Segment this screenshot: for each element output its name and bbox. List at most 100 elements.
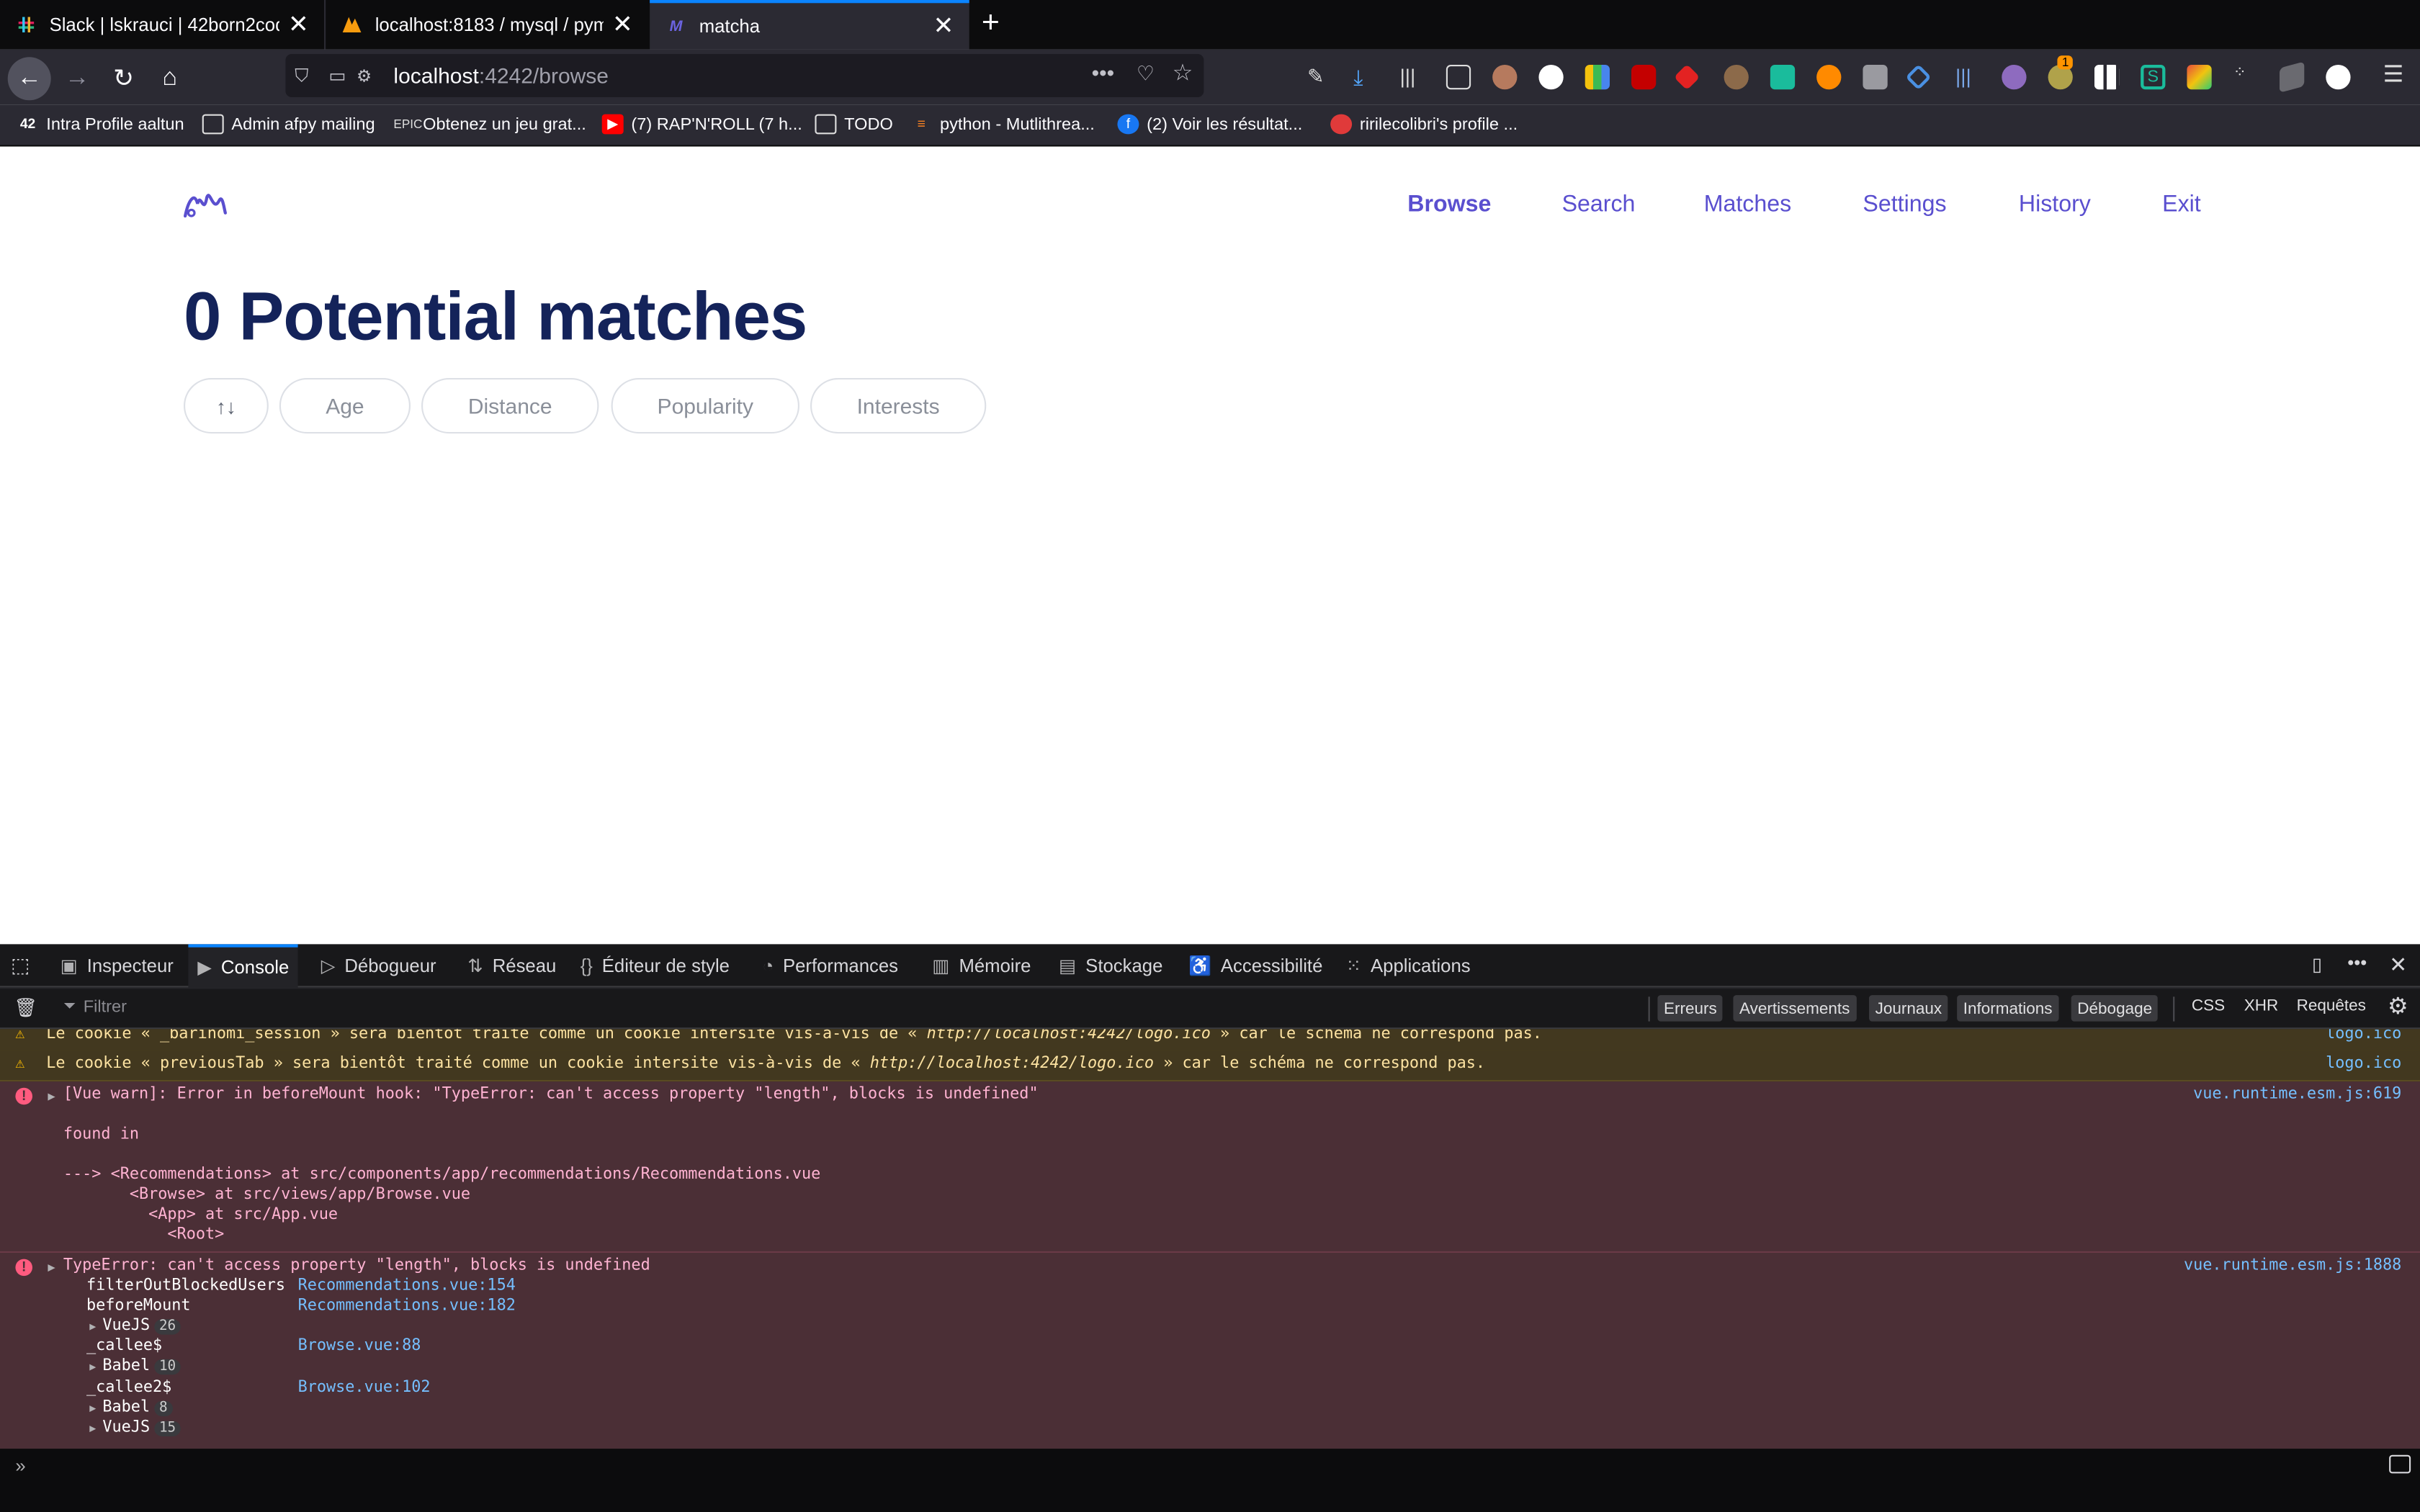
library-icon[interactable]: ||| <box>1400 65 1425 89</box>
sort-order-button[interactable]: ↑↓ <box>183 378 269 434</box>
shield-icon[interactable]: ⛉ <box>295 64 319 87</box>
nav-exit[interactable]: Exit <box>2162 192 2201 217</box>
tab-slack[interactable]: Slack | lskrauci | 42born2code ✕ <box>0 0 324 50</box>
level-warnings-button[interactable]: Avertissements <box>1733 995 1856 1022</box>
bookmark-item[interactable]: ≡ python - Mutlithrea... <box>910 114 1095 135</box>
close-devtools-icon[interactable]: ✕ <box>2389 952 2407 978</box>
tab-console[interactable]: ▶ Console <box>188 944 299 988</box>
account-avatar-icon[interactable] <box>1492 65 1518 90</box>
back-button[interactable]: ← <box>7 57 51 101</box>
tab-network[interactable]: ⇅ Réseau <box>467 944 556 987</box>
type-requests-button[interactable]: Requêtes <box>2297 996 2366 1015</box>
wrench-icon[interactable]: ✎ <box>1307 65 1332 89</box>
stack-group[interactable]: ▶ Babel 10 <box>89 1358 181 1375</box>
filter-popularity-button[interactable]: Popularity <box>611 378 799 434</box>
filter-age-button[interactable]: Age <box>279 378 411 434</box>
stack-frame-location[interactable]: Browse.vue:102 <box>298 1380 431 1397</box>
bookmark-item[interactable]: EPIC Obtenez un jeu grat... <box>393 114 586 135</box>
bookmark-folder[interactable]: TODO <box>815 114 893 135</box>
stack-frame-location[interactable]: Recommendations.vue:182 <box>298 1297 516 1315</box>
close-tab-icon[interactable]: ✕ <box>288 9 309 40</box>
github-icon[interactable] <box>1538 65 1564 90</box>
stats-icon[interactable] <box>1585 65 1610 90</box>
tab-memory[interactable]: ▥ Mémoire <box>932 944 1031 987</box>
level-logs-button[interactable]: Journaux <box>1869 995 1948 1022</box>
close-tab-icon[interactable]: ✕ <box>933 11 954 42</box>
expand-caret-icon[interactable]: ▶ <box>48 1089 55 1103</box>
bars-extension-icon[interactable]: ||| <box>1955 65 1980 89</box>
source-link[interactable]: vue.runtime.esm.js:1888 <box>2184 1257 2401 1274</box>
bookmark-item[interactable]: ▶ (7) RAP'N'ROLL (7 h... <box>601 114 802 135</box>
editor-mode-icon[interactable] <box>2389 1454 2411 1474</box>
cookie-icon[interactable] <box>1724 65 1749 90</box>
element-picker-icon[interactable]: ⬚ <box>11 953 30 978</box>
level-errors-button[interactable]: Erreurs <box>1657 995 1724 1022</box>
bookmark-item[interactable]: f (2) Voir les résultat... <box>1117 114 1302 135</box>
bookmark-star-icon[interactable]: ☆ <box>1173 58 1193 86</box>
nav-search[interactable]: Search <box>1562 192 1636 217</box>
permissions-icon[interactable]: ⚙ <box>357 66 385 86</box>
dots-extension-icon[interactable]: ⁘ <box>2233 65 2258 89</box>
level-info-button[interactable]: Informations <box>1957 995 2059 1022</box>
bookmark-item[interactable]: 42 Intra Profile aaltun <box>17 114 184 135</box>
home-button[interactable]: ⌂ <box>150 58 190 99</box>
stack-frame-location[interactable]: Recommendations.vue:154 <box>298 1277 516 1295</box>
filter-interests-button[interactable]: Interests <box>810 378 987 434</box>
tab-debugger[interactable]: ▷ Débogueur <box>321 944 436 987</box>
nav-history[interactable]: History <box>2019 192 2091 217</box>
ublock-icon[interactable] <box>1631 65 1657 90</box>
tab-accessibility[interactable]: ♿ Accessibilité <box>1188 944 1322 987</box>
tab-phpmyadmin[interactable]: localhost:8183 / mysql / pymatc ✕ <box>324 0 648 50</box>
mail-extension-icon[interactable] <box>1770 65 1796 90</box>
source-link[interactable]: vue.runtime.esm.js:619 <box>2193 1086 2401 1104</box>
source-link[interactable]: logo.ico <box>2326 1056 2401 1073</box>
devtools-menu-icon[interactable]: ••• <box>2347 952 2367 973</box>
level-debug-button[interactable]: Débogage <box>2071 995 2159 1022</box>
grid-extension-icon[interactable] <box>2094 65 2120 90</box>
console-settings-icon[interactable]: ⚙ <box>2388 992 2408 1020</box>
stack-frame-location[interactable]: Browse.vue:88 <box>298 1338 421 1355</box>
filter-input[interactable]: Filtrer <box>84 998 127 1017</box>
filter-distance-button[interactable]: Distance <box>421 378 599 434</box>
type-css-button[interactable]: CSS <box>2192 996 2225 1015</box>
bookmark-item[interactable]: ririlecolibri's profile ... <box>1330 114 1518 135</box>
menu-icon[interactable]: ☰ <box>2383 60 2408 88</box>
gray-extension-icon[interactable] <box>1863 65 1888 90</box>
stack-group[interactable]: ▶ Babel 8 <box>89 1400 172 1417</box>
close-tab-icon[interactable]: ✕ <box>612 9 633 40</box>
tab-storage[interactable]: ▤ Stockage <box>1059 944 1162 987</box>
nav-browse[interactable]: Browse <box>1407 192 1491 217</box>
download-icon[interactable]: ⤓ <box>1353 65 1378 89</box>
trash-icon[interactable]: 🗑 <box>14 996 37 1018</box>
extension-icon[interactable] <box>2326 65 2351 90</box>
console-input[interactable]: » <box>0 1449 2420 1512</box>
new-tab-button[interactable]: + <box>982 6 1000 40</box>
bookmark-folder[interactable]: Admin afpy mailing <box>202 114 375 135</box>
stack-group[interactable]: ▶ VueJS 26 <box>89 1318 181 1335</box>
color-extension-icon[interactable] <box>2187 65 2212 90</box>
cube-extension-icon[interactable] <box>2280 61 2305 93</box>
nav-settings[interactable]: Settings <box>1863 192 1946 217</box>
site-logo[interactable] <box>182 185 228 225</box>
type-xhr-button[interactable]: XHR <box>2244 996 2279 1015</box>
stack-group[interactable]: ▶ VueJS 15 <box>89 1419 181 1436</box>
orange-extension-icon[interactable] <box>1816 65 1842 90</box>
tab-applications[interactable]: ⁙ Applications <box>1346 944 1471 987</box>
tab-performance[interactable]: ◔ Performances <box>763 944 898 987</box>
responsive-mode-icon[interactable]: ▯ <box>2312 953 2322 975</box>
tab-inspector[interactable]: ▣ Inspecteur <box>60 944 174 987</box>
pocket-icon[interactable]: ♡ <box>1137 62 1155 86</box>
page-actions-icon[interactable]: ••• <box>1092 60 1115 85</box>
page-icon[interactable]: ▭ <box>328 65 350 86</box>
octo-extension-icon[interactable] <box>2002 65 2027 90</box>
diamond-extension-icon[interactable] <box>1905 63 1932 91</box>
red-extension-icon[interactable] <box>1673 63 1700 91</box>
forward-button[interactable]: → <box>57 58 97 99</box>
s-extension-icon[interactable]: S <box>2141 65 2166 90</box>
tab-style-editor[interactable]: {} Éditeur de style <box>581 944 730 987</box>
sidebar-icon[interactable] <box>1446 65 1471 90</box>
reload-button[interactable]: ↻ <box>104 58 144 99</box>
source-link[interactable]: logo.ico <box>2326 1029 2401 1043</box>
nav-matches[interactable]: Matches <box>1704 192 1792 217</box>
tab-matcha[interactable]: M matcha ✕ <box>650 0 969 50</box>
